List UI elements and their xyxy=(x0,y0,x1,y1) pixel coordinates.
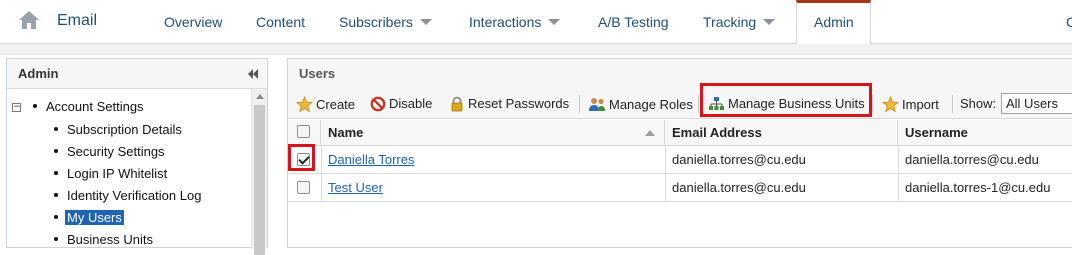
bullet-icon xyxy=(54,149,58,153)
tree-collapse-toggle[interactable]: − xyxy=(12,103,21,112)
column-divider xyxy=(898,174,899,202)
sidebar-title: Admin xyxy=(18,66,59,81)
scrollbar-thumb[interactable] xyxy=(254,105,265,255)
user-name-link[interactable]: Daniella Torres xyxy=(328,152,414,167)
create-button[interactable]: Create xyxy=(295,95,355,113)
bullet-icon xyxy=(54,215,58,219)
disable-icon xyxy=(370,96,386,112)
tree-item-security-settings[interactable]: Security Settings xyxy=(54,144,165,159)
nav-tracking[interactable]: Tracking xyxy=(703,14,776,30)
users-panel: Users Create Disable Reset Passwords Man… xyxy=(287,58,1072,248)
table-row[interactable]: Test User daniella.torres@cu.edu daniell… xyxy=(288,174,1072,202)
show-filter-label: Show: xyxy=(960,96,997,111)
nav-ab-testing[interactable]: A/B Testing xyxy=(598,14,669,30)
column-header-name[interactable]: Name xyxy=(321,120,665,146)
toolbar-separator xyxy=(698,95,699,113)
users-panel-header: Users xyxy=(288,59,1072,89)
import-button[interactable]: Import xyxy=(881,95,939,113)
column-divider xyxy=(321,146,322,174)
manage-business-units-highlight xyxy=(700,83,872,117)
nav-separator-band xyxy=(0,44,1072,55)
sidebar-scrollbar[interactable] xyxy=(251,89,267,255)
sort-ascending-icon xyxy=(645,130,655,136)
toolbar-separator xyxy=(872,95,873,113)
user-email: daniella.torres@cu.edu xyxy=(672,152,806,167)
nav-overflow-item[interactable]: C xyxy=(1066,14,1072,30)
nav-overview[interactable]: Overview xyxy=(164,14,222,30)
scroll-up-icon[interactable] xyxy=(256,94,264,99)
tree-item-my-users[interactable]: My Users xyxy=(54,210,124,225)
users-icon xyxy=(589,98,605,111)
star-icon xyxy=(295,95,314,113)
row-checkbox-highlight xyxy=(288,144,315,171)
reset-passwords-button[interactable]: Reset Passwords xyxy=(449,96,569,112)
tree-item-identity-verification-log[interactable]: Identity Verification Log xyxy=(54,188,201,203)
table-row[interactable]: Daniella Torres daniella.torres@cu.edu d… xyxy=(288,146,1072,174)
tree-item-subscription-details[interactable]: Subscription Details xyxy=(54,122,182,137)
home-icon[interactable] xyxy=(18,10,40,30)
collapse-panel-icon[interactable] xyxy=(247,68,259,80)
toolbar-separator xyxy=(952,95,953,113)
select-all-header xyxy=(288,120,321,146)
users-toolbar: Create Disable Reset Passwords Manage Ro… xyxy=(288,89,1072,119)
column-divider xyxy=(321,174,322,202)
app-title[interactable]: Email xyxy=(57,12,97,30)
chevron-down-icon xyxy=(419,19,432,25)
users-panel-title: Users xyxy=(299,66,336,81)
bullet-icon xyxy=(54,171,58,175)
toolbar-separator xyxy=(579,95,580,113)
disable-button[interactable]: Disable xyxy=(370,96,432,112)
user-email: daniella.torres@cu.edu xyxy=(672,180,806,195)
bullet-icon xyxy=(33,104,37,108)
users-table-header: Name Email Address Username xyxy=(288,120,1072,146)
select-all-checkbox[interactable] xyxy=(297,125,310,138)
tree-item-login-ip-whitelist[interactable]: Login IP Whitelist xyxy=(54,166,167,181)
user-username: daniella.torres@cu.edu xyxy=(905,152,1039,167)
user-name-link[interactable]: Test User xyxy=(328,180,383,195)
column-divider xyxy=(665,174,666,202)
show-filter-select[interactable]: All Users xyxy=(1001,93,1072,114)
column-header-username[interactable]: Username xyxy=(898,120,1072,146)
row-checkbox[interactable] xyxy=(297,181,310,194)
tree-item-account-settings[interactable]: Account Settings xyxy=(33,99,144,114)
chevron-down-icon xyxy=(548,19,561,25)
column-divider xyxy=(898,146,899,174)
nav-content[interactable]: Content xyxy=(256,14,305,30)
nav-admin-label: Admin xyxy=(814,14,854,30)
column-header-email[interactable]: Email Address xyxy=(665,120,898,146)
chevron-down-icon xyxy=(763,19,776,25)
bullet-icon xyxy=(54,237,58,241)
admin-sidebar: Admin − Account Settings Subscription De… xyxy=(6,58,268,255)
column-divider xyxy=(665,146,666,174)
bullet-icon xyxy=(54,127,58,131)
manage-roles-button[interactable]: Manage Roles xyxy=(588,96,693,113)
user-username: daniella.torres-1@cu.edu xyxy=(905,180,1051,195)
bullet-icon xyxy=(54,193,58,197)
lock-icon xyxy=(451,96,463,112)
sidebar-header: Admin xyxy=(7,59,267,89)
nav-interactions[interactable]: Interactions xyxy=(469,14,561,30)
star-icon xyxy=(881,95,900,113)
nav-subscribers[interactable]: Subscribers xyxy=(339,14,432,30)
top-navigation: Email Overview Content Subscribers Inter… xyxy=(0,0,1072,45)
nav-admin-tab[interactable]: Admin xyxy=(796,0,871,45)
